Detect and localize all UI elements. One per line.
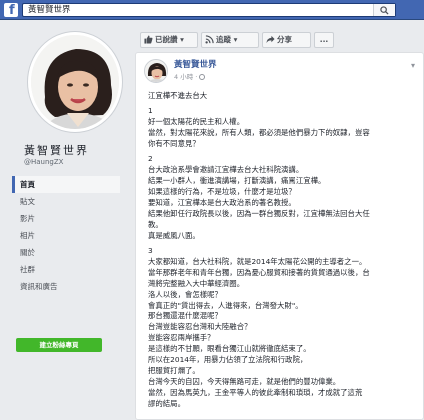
nav-item-home[interactable]: 首頁 (12, 176, 120, 193)
nav-item-videos[interactable]: 影片 (12, 210, 120, 227)
follow-button[interactable]: 追蹤 ▾ (201, 32, 259, 48)
liked-label: 已說讚 (155, 35, 178, 44)
globe-icon (199, 74, 206, 80)
post-line: 大家都知道，台大社科院，就是2014年太陽花公開的主導者之一。 (148, 256, 367, 266)
post-line: 洛人以後，會怎樣呢？ (148, 289, 222, 299)
page-nav: 首頁 貼文 影片 相片 關於 社群 資訊和廣告 (12, 176, 120, 295)
post-line: 如果這樣的行為，不是垃圾，什麼才是垃圾？ (148, 187, 296, 197)
profile-photo-icon (31, 35, 119, 129)
thumbs-up-icon (144, 35, 153, 44)
create-page-button[interactable]: 建立粉絲專頁 (16, 338, 102, 352)
post-meta: 4 小時 · (174, 71, 206, 81)
post-line: 當然，因為馬英九，王金平等人的彼此牽制和瑣瑣，才成就了這荒 (148, 387, 363, 397)
post-card: 黃智賢世界 4 小時 · ▾ 江宜樺不進去台大 1 好一個太陽花的民主和人權。 … (135, 52, 424, 420)
post-line: 是這樣的不甘願，眼看台獨江山就將徹底結束了。 (148, 344, 311, 354)
post-time[interactable]: 4 小時 (174, 73, 193, 81)
post-line: 會真正的"貨出得去，人進得來，台灣發大財"。 (148, 300, 303, 310)
post-line: 那台獨還混什麼混呢？ (148, 311, 222, 321)
post-line: 台大政治系學會邀請江宜樺去台大社科院演講。 (148, 165, 304, 175)
post-line: 真是威風八面。 (148, 230, 200, 240)
author-avatar[interactable] (144, 59, 168, 83)
post-line: 台灣今天的自囚，今天得無路可走，就是他們的豐功偉業。 (148, 376, 341, 386)
post-line: 把服貿打爛了。 (148, 365, 200, 375)
more-options-button[interactable]: ... (314, 32, 334, 48)
post-author[interactable]: 黃智賢世界 (174, 58, 217, 70)
post-line: 好一個太陽花的民主和人權。 (148, 117, 245, 127)
post-line: 結果一小群人，衝進演講場，打斷演講，痛罵江宜樺。 (148, 176, 326, 186)
nav-item-about[interactable]: 關於 (12, 244, 120, 261)
nav-item-posts[interactable]: 貼文 (12, 193, 120, 210)
post-body: 江宜樺不進去台大 1 好一個太陽花的民主和人權。 當然，對太陽花來說，所有人類，… (148, 91, 418, 409)
post-line: 結果他卸任行政院長以後，因為一群台獨反對，江宜樺無法回台大任 (148, 208, 370, 218)
post-line: 江宜樺不進去台大 (148, 91, 208, 100)
post-line: 當然，對太陽花來說，所有人類，都必須是他們暴力下的奴隸，豈容 (148, 128, 370, 138)
follow-label: 追蹤 (216, 35, 231, 44)
post-line: 1 (148, 106, 153, 116)
search-input[interactable]: 黃智賢世界 (22, 3, 396, 17)
share-label: 分享 (277, 35, 292, 44)
liked-button[interactable]: 已說讚 ▾ (140, 32, 198, 48)
post-options-icon[interactable]: ▾ (411, 61, 415, 70)
share-button[interactable]: 分享 (262, 32, 311, 48)
post-line: 3 (148, 246, 153, 256)
left-sidebar: 黃智賢世界 @HaungZX 首頁 貼文 影片 相片 關於 社群 資訊和廣告 建… (0, 20, 128, 420)
page-name[interactable]: 黃智賢世界 (24, 142, 89, 158)
search-icon (380, 6, 389, 15)
post-line: 所以在2014年，用暴力佔領了立法院和行政院， (148, 354, 308, 364)
share-arrow-icon (266, 35, 275, 44)
page-handle[interactable]: @HaungZX (24, 158, 63, 166)
facebook-logo-icon[interactable]: f (4, 3, 18, 18)
post-line: 謬的結局。 (148, 398, 185, 408)
nav-item-community[interactable]: 社群 (12, 261, 120, 278)
profile-picture[interactable] (28, 32, 122, 132)
post-line: 當年那群老年和青年台獨，因為憂心服貿和接著的貨貿通過以後，台 (148, 267, 370, 277)
nav-item-photos[interactable]: 相片 (12, 227, 120, 244)
top-bar: f 黃智賢世界 (0, 0, 424, 20)
search-query: 黃智賢世界 (28, 5, 71, 15)
post-line: 2 (148, 154, 153, 164)
post-line: 台灣豈能容忍台灣和大陸融合？ (148, 322, 252, 332)
search-button[interactable] (373, 4, 395, 16)
avatar-photo-icon (145, 60, 167, 82)
rss-icon (205, 35, 214, 44)
post-line: 你有不同意見？ (148, 139, 200, 149)
post-line: 豈能容忍兩岸攜手？ (148, 333, 215, 343)
nav-item-info-ads[interactable]: 資訊和廣告 (12, 278, 120, 295)
post-line: 要知道，江宜樺本是台大政治系的著名教授。 (148, 198, 296, 208)
post-line: 灣將完整融入大中華經濟圈。 (148, 278, 245, 288)
post-line: 教。 (148, 219, 163, 229)
